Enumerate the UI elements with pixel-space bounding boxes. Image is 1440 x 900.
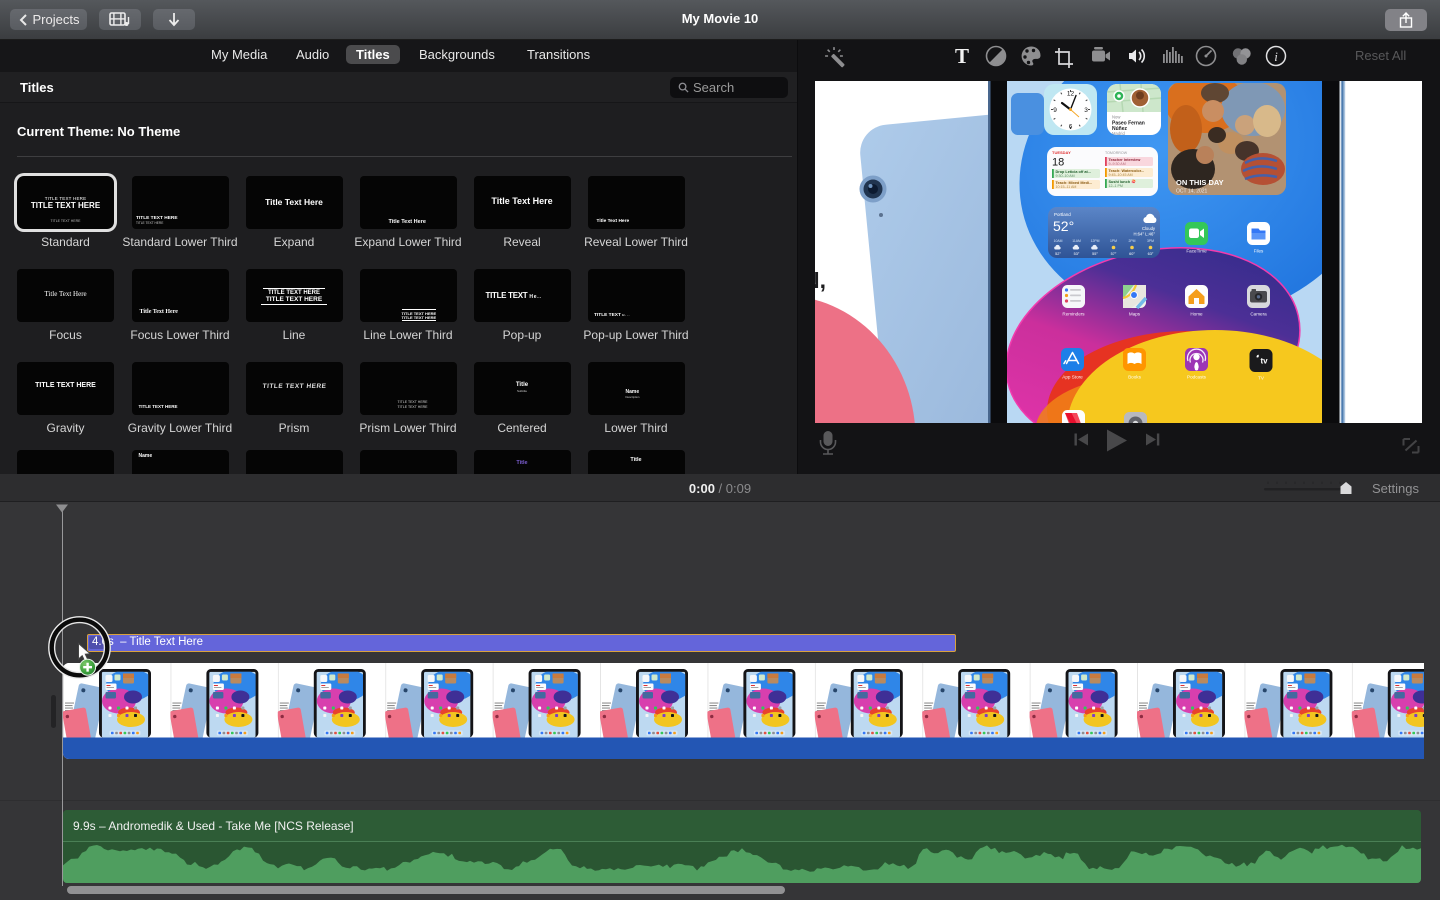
svg-text:9: 9 [1053,107,1057,114]
svg-text:i: i [1274,49,1278,64]
svg-text:H:64° L:46°: H:64° L:46° [1133,232,1155,237]
svg-text:3: 3 [1084,107,1088,114]
svg-text:TOMORROW: TOMORROW [1105,151,1128,155]
svg-text:2PM: 2PM [1129,239,1136,243]
svg-text:10:15–11 AM: 10:15–11 AM [1056,185,1077,189]
svg-text:55°: 55° [1092,252,1098,256]
svg-text:11AM: 11AM [1072,239,1081,243]
svg-text:ON THIS DAY: ON THIS DAY [1176,178,1224,187]
svg-text:TV: TV [1258,376,1265,381]
svg-text:Home: Home [1190,312,1203,317]
svg-text:53°: 53° [1074,252,1080,256]
svg-text:18: 18 [1052,157,1064,169]
svg-text:9–9:30 AM: 9–9:30 AM [1109,162,1126,166]
svg-text:3PM: 3PM [1147,239,1154,243]
svg-text:60°: 60° [1129,252,1135,256]
svg-text:tv: tv [1260,357,1268,366]
svg-text:1PM: 1PM [1110,239,1117,243]
svg-text:Reminders: Reminders [1062,312,1085,317]
svg-text:FaceTime: FaceTime [1186,249,1207,254]
svg-text:6: 6 [1069,124,1073,131]
svg-text:57°: 57° [1111,252,1117,256]
svg-text:10AM: 10AM [1054,239,1063,243]
svg-text:OCT 14, 2021: OCT 14, 2021 [1176,189,1208,195]
svg-text:9:30–10 AM: 9:30–10 AM [1056,174,1075,178]
svg-text:Maps: Maps [1129,312,1141,317]
svg-text:63°: 63° [1148,252,1154,256]
svg-text:12–1 PM: 12–1 PM [1109,184,1123,188]
svg-text:TUESDAY: TUESDAY [1052,150,1071,155]
svg-text:App Store: App Store [1062,375,1083,380]
svg-text:Now: Now [1112,115,1121,120]
svg-text:12PM: 12PM [1091,239,1100,243]
svg-text:Portland: Portland [1054,212,1071,217]
svg-text:Cloudy: Cloudy [1142,226,1156,231]
svg-text:Podcasts: Podcasts [1187,375,1207,380]
svg-text:N,: N, [815,267,826,293]
svg-text:Camera: Camera [1250,312,1267,317]
svg-text:Files: Files [1254,249,1264,254]
svg-text:T: T [955,44,969,68]
svg-text:52°: 52° [1053,218,1074,234]
svg-text:12: 12 [1067,91,1075,98]
svg-text:9:45–10:45 AM: 9:45–10:45 AM [1109,173,1133,177]
svg-text:52°: 52° [1055,252,1061,256]
svg-text:Books: Books [1128,375,1141,380]
